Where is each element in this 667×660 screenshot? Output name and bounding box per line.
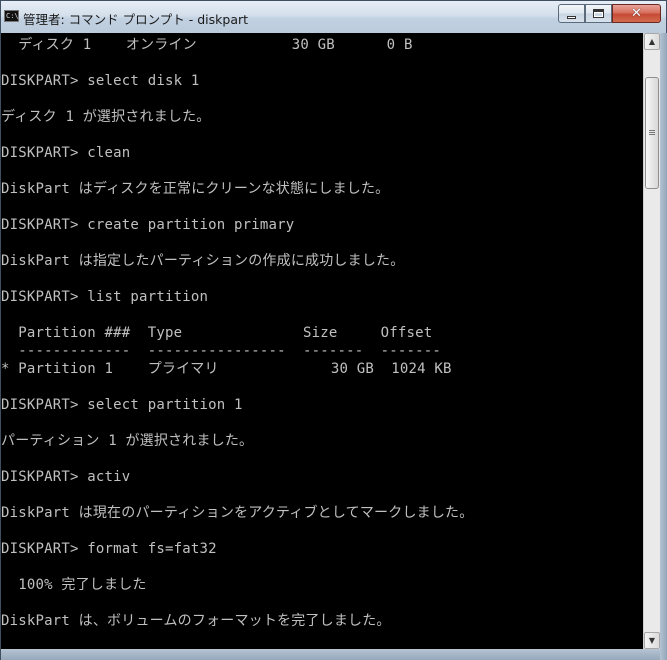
maximize-button[interactable]: [585, 4, 612, 23]
console-line: 100% 完了しました: [1, 577, 147, 593]
console-line: DISKPART> create partition primary: [1, 217, 295, 233]
window-title: 管理者: コマンド プロンプト - diskpart: [23, 12, 249, 27]
up-arrow-icon: ▲: [648, 37, 656, 46]
console-line: * Partition 1 プライマリ 30 GB 1024 KB: [1, 361, 452, 377]
scroll-up-button[interactable]: ▲: [644, 33, 660, 50]
window-frame-right: [660, 33, 667, 660]
vertical-scrollbar[interactable]: ▲ ▼: [643, 33, 660, 649]
console-line: DISKPART> activ: [1, 469, 131, 485]
console-line: DiskPart はディスクを正常にクリーンな状態にしました。: [1, 181, 390, 197]
console-line: DISKPART> clean: [1, 145, 131, 161]
scroll-thumb[interactable]: [645, 77, 659, 189]
cmd-icon[interactable]: C:\: [4, 10, 19, 22]
console-line: DISKPART> select disk 1: [1, 73, 200, 89]
minimize-button[interactable]: [558, 4, 585, 23]
console-line: DISKPART> list partition: [1, 289, 209, 305]
console-line: DiskPart は指定したパーティションの作成に成功しました。: [1, 253, 405, 269]
console-line: DiskPart は、ボリュームのフォーマットを完了しました。: [1, 613, 391, 629]
close-button[interactable]: ✕: [612, 4, 661, 23]
console-line: ディスク 1 が選択されました。: [1, 109, 211, 125]
maximize-icon: [593, 9, 604, 18]
console-line: ディスク 1 オンライン 30 GB 0 B: [1, 37, 413, 53]
console-line: DISKPART> select partition 1: [1, 397, 243, 413]
console-line: DISKPART> format fs=fat32: [1, 541, 217, 557]
console-output[interactable]: ディスク 1 オンライン 30 GB 0 B DISKPART> select d…: [1, 33, 643, 649]
close-icon: ✕: [631, 6, 642, 21]
console-line: ------------- ---------------- ------- -…: [1, 343, 442, 359]
grip-icon: [649, 130, 655, 136]
console-line: パーティション 1 が選択されました。: [1, 433, 254, 449]
window-frame-bottom: [1, 649, 660, 660]
down-arrow-icon: ▼: [648, 636, 656, 645]
command-prompt-window: C:\ 管理者: コマンド プロンプト - diskpart ✕ ディスク 1 …: [0, 0, 667, 660]
title-bar[interactable]: C:\ 管理者: コマンド プロンプト - diskpart ✕: [1, 1, 666, 33]
console-line: Partition ### Type Size Offset: [1, 325, 433, 341]
minimize-icon: [567, 15, 576, 19]
console-line: DiskPart は現在のパーティションをアクティブとしてマークしました。: [1, 505, 474, 521]
scroll-down-button[interactable]: ▼: [644, 632, 660, 649]
